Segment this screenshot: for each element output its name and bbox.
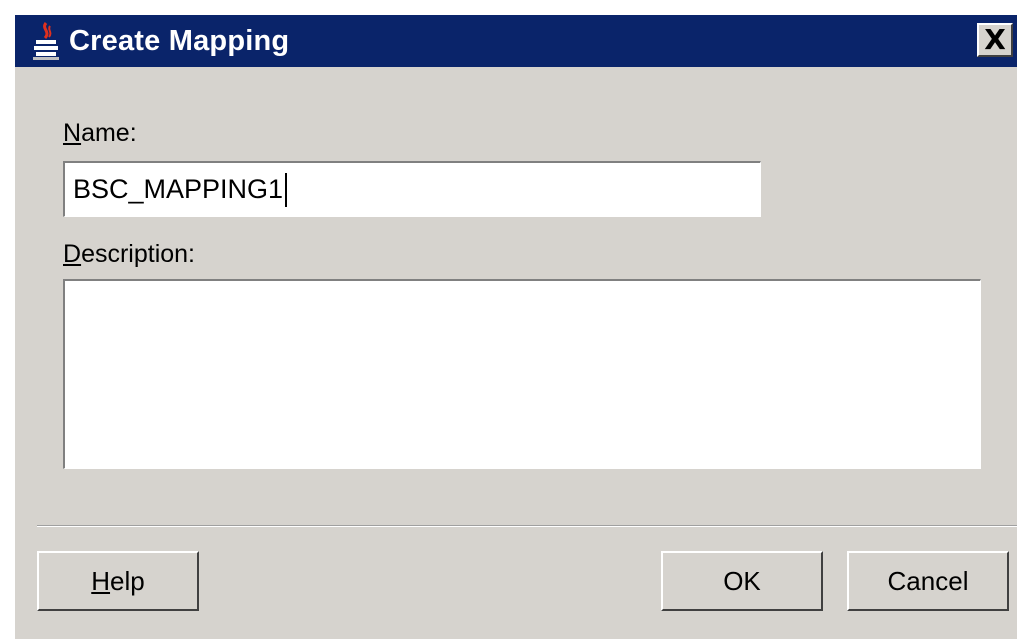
help-button[interactable]: Help: [37, 551, 199, 611]
text-caret: [285, 172, 288, 207]
cancel-button[interactable]: Cancel: [847, 551, 1009, 611]
dialog-title: Create Mapping: [69, 24, 290, 57]
button-separator: [37, 525, 1017, 527]
title-bar[interactable]: Create Mapping X: [15, 15, 1017, 67]
name-label: Name:: [63, 119, 137, 147]
description-label: Description:: [63, 240, 196, 268]
name-input-value: BSC_MAPPING1: [73, 174, 284, 204]
close-button[interactable]: X: [977, 23, 1013, 57]
close-icon: X: [984, 23, 1006, 56]
description-textarea[interactable]: [63, 279, 981, 469]
create-mapping-dialog: Create Mapping X Name: BSC_MAPPING1 Desc…: [14, 14, 1017, 639]
java-cup-icon: [29, 21, 63, 61]
ok-button[interactable]: OK: [661, 551, 823, 611]
name-input[interactable]: BSC_MAPPING1: [63, 161, 761, 217]
